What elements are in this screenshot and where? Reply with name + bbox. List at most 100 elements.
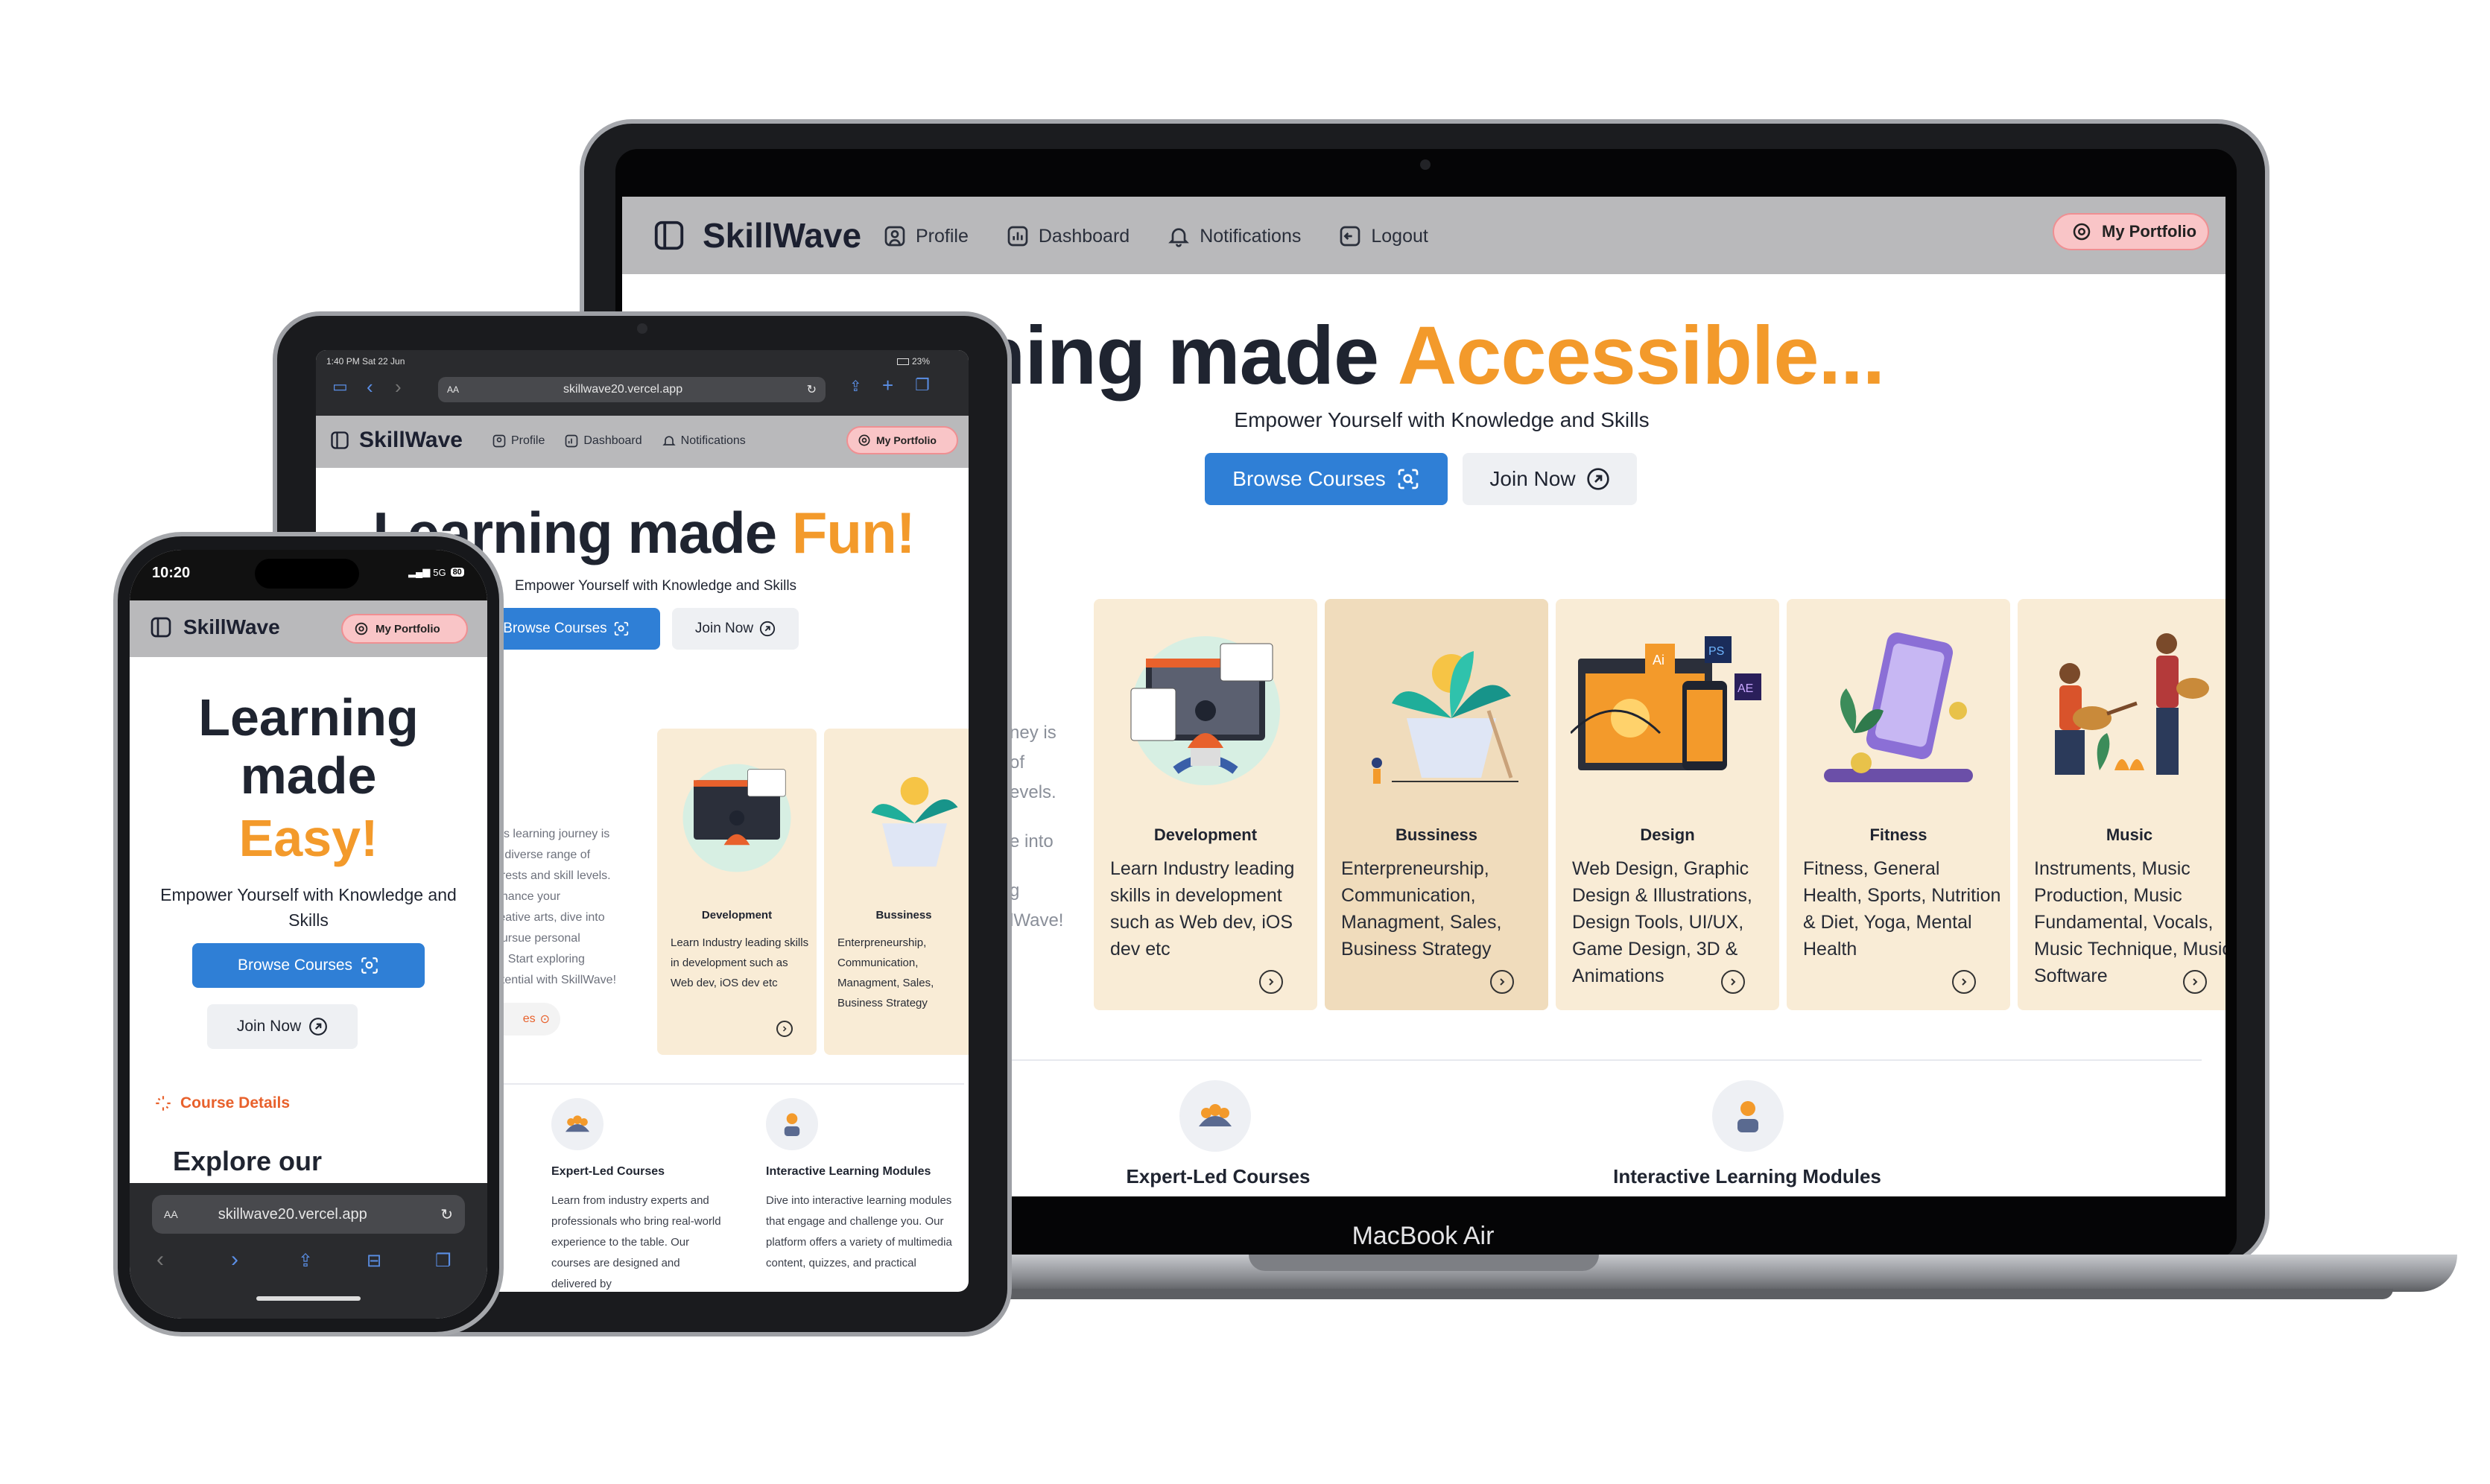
nav-notifications[interactable]: Notifications <box>1167 224 1301 248</box>
tablet-camera <box>637 323 647 334</box>
back-icon[interactable]: ‹ <box>156 1247 164 1272</box>
category-card-music[interactable]: Music Instruments, Music Production, Mus… <box>2018 599 2226 1010</box>
business-illustration <box>871 776 958 867</box>
svg-text:PS: PS <box>1708 645 1724 658</box>
browse-courses-label: Browse Courses <box>1232 467 1386 490</box>
about-line: a diverse range of <box>495 849 591 861</box>
expert-led-icon <box>551 1098 604 1150</box>
bookmarks-icon[interactable]: ⊟ <box>367 1250 381 1272</box>
sidebar-toggle-icon[interactable] <box>652 218 686 253</box>
card-arrow-button[interactable] <box>2183 970 2207 994</box>
laptop-base-shadow <box>963 1289 2393 1299</box>
reload-icon[interactable]: ↻ <box>807 382 817 397</box>
arrow-up-right-circle-icon <box>1586 468 1609 490</box>
nav-profile[interactable]: Profile <box>883 224 969 248</box>
category-card-development[interactable]: Development Learn Industry leading skill… <box>1094 599 1317 1010</box>
brand-name: SkillWave <box>183 615 280 638</box>
share-icon[interactable]: ⇪ <box>849 377 862 396</box>
join-now-button[interactable]: Join Now <box>1463 453 1637 505</box>
category-card-fitness[interactable]: Fitness Fitness, General Health, Sports,… <box>1787 599 2010 1010</box>
nav-notifications-label: Notifications <box>1200 225 1302 247</box>
course-details-text: Course Details <box>180 1094 291 1112</box>
phone-url-text: skillwave20.vercel.app <box>218 1205 367 1223</box>
category-card-design[interactable]: Ai PS AE Design Web Design, Graphic Desi… <box>1556 599 1779 1010</box>
home-indicator <box>256 1296 361 1301</box>
join-now-label: Join Now <box>694 621 754 636</box>
gear-icon <box>355 622 368 635</box>
category-card-business[interactable]: Bussiness Enterpreneurship, Communicatio… <box>1325 599 1548 1010</box>
nav-profile[interactable]: Profile <box>492 434 545 448</box>
arrow-right-circle-icon: ⊙ <box>539 1013 550 1026</box>
hero-subtitle: Empower Yourself with Knowledge and Skil… <box>160 885 457 930</box>
phone-navbar: SkillWave My Portfolio <box>130 600 487 657</box>
reader-aa-button[interactable]: AA <box>164 1208 178 1220</box>
laptop-label: MacBook Air <box>1352 1222 1495 1250</box>
nav-notifications-label: Notifications <box>680 434 746 447</box>
join-now-button[interactable]: Join Now <box>207 1004 358 1049</box>
card-arrow-button[interactable] <box>1490 970 1514 994</box>
card-arrow-button[interactable] <box>1721 970 1745 994</box>
interactive-modules-icon <box>1712 1080 1784 1152</box>
category-card-development[interactable]: Development Learn Industry leading skill… <box>657 729 817 1055</box>
expert-led-icon <box>1179 1080 1251 1152</box>
chevron-right-icon <box>1269 978 1274 986</box>
sparkle-icon <box>156 1096 171 1111</box>
join-now-label: Join Now <box>1489 467 1576 490</box>
phone-url-bar[interactable]: AA skillwave20.vercel.app ↻ <box>152 1195 465 1234</box>
dynamic-island <box>255 559 359 589</box>
portfolio-button[interactable]: My Portfolio <box>341 614 468 644</box>
tabs-icon[interactable]: ❐ <box>435 1250 452 1272</box>
sidebar-icon[interactable]: ▭ <box>332 377 348 396</box>
gear-icon <box>858 434 870 446</box>
card-arrow-button[interactable] <box>776 1021 793 1037</box>
network-label: 5G <box>433 566 446 578</box>
category-description: Learn Industry leading skills in develop… <box>671 936 809 989</box>
portfolio-button[interactable]: My Portfolio <box>2053 213 2209 250</box>
feature-desc-expert: Learn from industry experts and professi… <box>551 1194 721 1290</box>
tablet-url-bar[interactable]: AA skillwave20.vercel.app ↻ <box>438 377 826 402</box>
browse-courses-button[interactable]: Browse Courses <box>192 943 425 988</box>
new-tab-icon[interactable]: + <box>882 374 893 397</box>
nav-dashboard[interactable]: Dashboard <box>564 434 642 448</box>
nav-dashboard[interactable]: Dashboard <box>1006 224 1130 248</box>
brand-logo[interactable]: SkillWave <box>652 215 861 256</box>
logout-icon <box>1340 226 1360 247</box>
category-description: Enterpreneurship, Communication, Managme… <box>1341 858 1502 960</box>
back-icon[interactable]: ‹ <box>367 375 373 399</box>
join-now-button[interactable]: Join Now <box>672 608 799 650</box>
brand-logo[interactable]: SkillWave <box>149 615 280 639</box>
bell-icon <box>1168 228 1190 247</box>
section-divider <box>487 1083 964 1085</box>
explore-heading: Explore our <box>173 1146 323 1176</box>
laptop-camera <box>1420 159 1431 170</box>
brand-logo[interactable]: SkillWave <box>329 428 463 453</box>
browse-courses-button[interactable]: Browse Courses <box>1205 453 1448 505</box>
card-arrow-button[interactable] <box>1952 970 1976 994</box>
nav-notifications[interactable]: Notifications <box>662 434 746 448</box>
about-line: nhance your <box>495 890 561 903</box>
feature-title-expert: Expert-Led Courses <box>551 1165 665 1178</box>
brand-name: SkillWave <box>703 216 862 255</box>
sidebar-toggle-icon[interactable] <box>329 430 350 451</box>
tablet-url-text: skillwave20.vercel.app <box>563 383 683 396</box>
portfolio-button[interactable]: My Portfolio <box>846 426 958 454</box>
business-illustration <box>1372 651 1518 784</box>
portfolio-label: My Portfolio <box>876 434 937 446</box>
forward-icon[interactable]: › <box>395 375 402 399</box>
sidebar-toggle-icon[interactable] <box>149 615 173 639</box>
reload-icon[interactable]: ↻ <box>440 1205 453 1224</box>
share-icon[interactable]: ⇪ <box>298 1250 313 1272</box>
nav-logout[interactable]: Logout <box>1338 224 1428 248</box>
card-arrow-button[interactable] <box>1259 970 1283 994</box>
reader-aa-button[interactable]: AA <box>447 384 459 395</box>
svg-text:AE: AE <box>1737 682 1753 695</box>
nav-profile-label: Profile <box>511 434 545 447</box>
dashboard-icon <box>1007 226 1028 247</box>
browse-courses-label: Browse Courses <box>237 957 353 974</box>
about-line: of <box>1010 752 1025 773</box>
join-now-label: Join Now <box>236 1018 302 1035</box>
tabs-icon[interactable]: ❐ <box>915 375 930 395</box>
hero-title-line: Learning <box>198 688 419 746</box>
category-card-business[interactable]: Bussiness Enterpreneurship, Communicatio… <box>824 729 969 1055</box>
forward-icon[interactable]: › <box>231 1247 238 1272</box>
